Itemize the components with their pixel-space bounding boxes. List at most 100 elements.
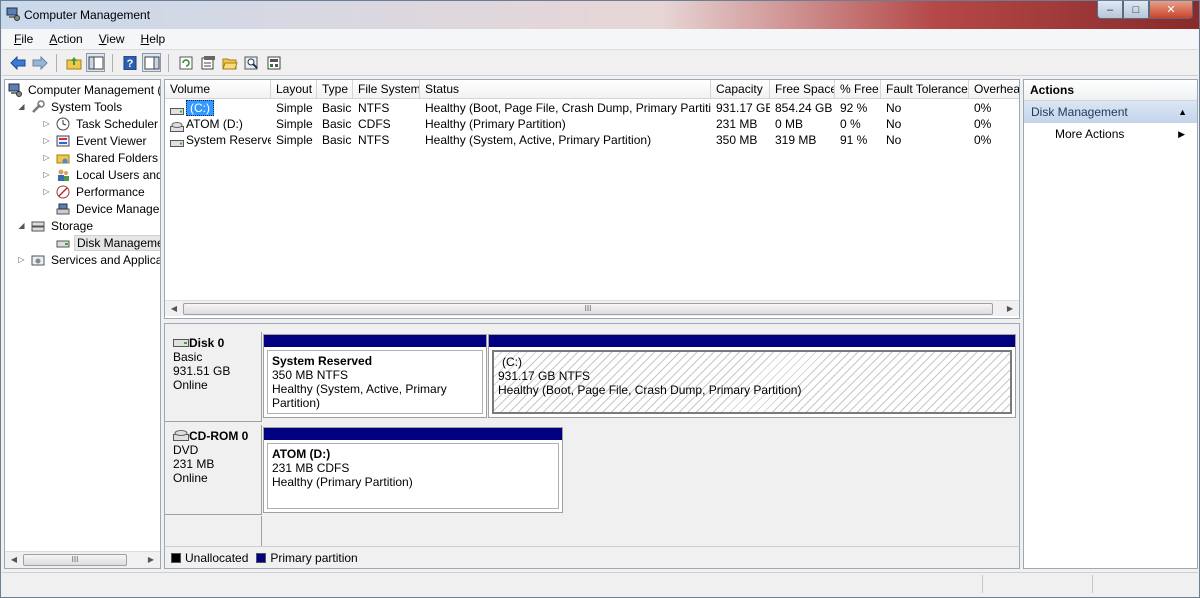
- partition-system-reserved[interactable]: System Reserved 350 MB NTFS Healthy (Sys…: [263, 334, 487, 418]
- show-hide-action-pane-button[interactable]: [142, 53, 161, 72]
- column-header-type[interactable]: Type: [317, 80, 353, 99]
- partition-name: (C:): [502, 355, 522, 369]
- tree-item-label: Services and Applicatic: [51, 252, 160, 267]
- tree-item-label: System Tools: [51, 99, 123, 114]
- column-header-layout[interactable]: Layout: [271, 80, 317, 99]
- tree-item-event-viewer[interactable]: ▷ Event Viewer: [42, 132, 148, 149]
- tree-item-local-users-and-gro[interactable]: ▷ Local Users and Gro: [42, 166, 161, 183]
- drive-icon: [170, 104, 184, 115]
- disk-graphical-view: Disk 0 Basic 931.51 GB Online System Res…: [164, 323, 1020, 569]
- legend-unallocated: Unallocated: [185, 550, 249, 565]
- expander-icon[interactable]: ▷: [17, 255, 26, 264]
- tree-item-task-scheduler[interactable]: ▷ Task Scheduler: [42, 115, 160, 132]
- maximize-button[interactable]: □: [1123, 1, 1149, 19]
- show-hide-console-tree-button[interactable]: [86, 53, 105, 72]
- help-icon: ?: [123, 55, 136, 70]
- column-header-volume[interactable]: Volume: [165, 80, 271, 99]
- close-button[interactable]: ✕: [1149, 1, 1193, 19]
- cell-capacity: 931.17 GB: [716, 101, 770, 115]
- cell-free: 854.24 GB: [775, 101, 833, 115]
- scroll-left-icon[interactable]: ◀: [167, 303, 181, 315]
- up-level-button[interactable]: [64, 53, 83, 72]
- collapse-icon[interactable]: ▲: [1178, 101, 1187, 123]
- tree-item-label: Device Manager: [76, 201, 161, 216]
- volume-row[interactable]: ATOM (D:) Simple Basic CDFS Healthy (Primary…: [165, 116, 1019, 132]
- tree-item-computer-management-l[interactable]: Computer Management (L: [7, 81, 160, 98]
- search-button[interactable]: [242, 53, 261, 72]
- volume-row[interactable]: (C:) Simple Basic NTFS Healthy (Boot, Page F…: [165, 100, 1019, 116]
- disk-0-label[interactable]: Disk 0 Basic 931.51 GB Online: [165, 332, 262, 422]
- menu-help[interactable]: Help: [133, 32, 174, 46]
- tree-item-label: Local Users and Gro: [76, 167, 161, 182]
- expander-icon[interactable]: ▷: [42, 187, 51, 196]
- cell-type: Basic: [322, 133, 352, 147]
- scroll-left-icon[interactable]: ◀: [7, 554, 21, 566]
- cdrom-0-state: Online: [173, 471, 208, 485]
- partition-status: Healthy (System, Active, Primary Partiti…: [272, 382, 447, 410]
- computer-management-icon: [7, 82, 23, 98]
- scroll-thumb[interactable]: III: [23, 554, 127, 566]
- tree-item-device-manager[interactable]: Device Manager: [42, 200, 161, 217]
- volume-list-horizontal-scrollbar[interactable]: ◀ III ▶: [165, 300, 1019, 316]
- title-bar[interactable]: Computer Management – □ ✕: [1, 1, 1199, 29]
- tree-item-performance[interactable]: ▷ Performance: [42, 183, 147, 200]
- cell-status: Healthy (System, Active, Primary Partiti…: [425, 133, 652, 147]
- minimize-button[interactable]: –: [1097, 1, 1123, 19]
- forward-button[interactable]: [30, 53, 49, 72]
- open-button[interactable]: [220, 53, 239, 72]
- tree-item-system-tools[interactable]: ◢ System Tools: [17, 98, 124, 115]
- column-header-file-system[interactable]: File System: [353, 80, 420, 99]
- disk-label-column-filler: [165, 516, 262, 546]
- tree-horizontal-scrollbar[interactable]: ◀ III ▶: [5, 551, 160, 568]
- expander-icon[interactable]: ▷: [42, 170, 51, 179]
- cell-fs: NTFS: [358, 133, 390, 147]
- actions-section-disk-management[interactable]: Disk Management ▲: [1024, 101, 1197, 123]
- scroll-right-icon[interactable]: ▶: [1003, 303, 1017, 315]
- expander-icon[interactable]: ◢: [17, 221, 26, 230]
- more-actions-item[interactable]: More Actions ▶: [1024, 123, 1197, 145]
- refresh-button[interactable]: [176, 53, 195, 72]
- scroll-thumb[interactable]: III: [183, 303, 993, 315]
- scroll-right-icon[interactable]: ▶: [144, 554, 158, 566]
- column-header--free[interactable]: % Free: [835, 80, 881, 99]
- expander-icon[interactable]: ◢: [17, 102, 26, 111]
- help-button[interactable]: ?: [120, 53, 139, 72]
- expander-icon[interactable]: ▷: [42, 153, 51, 162]
- cell-status: Healthy (Primary Partition): [425, 117, 566, 131]
- partition-atom-d-drive[interactable]: ATOM (D:) 231 MB CDFS Healthy (Primary P…: [263, 427, 563, 513]
- cell-layout: Simple: [276, 133, 313, 147]
- cdrom-0-label[interactable]: CD-ROM 0 DVD 231 MB Online: [165, 425, 262, 515]
- event-viewer-icon: [55, 133, 71, 149]
- cell-pct: 92 %: [840, 101, 868, 115]
- partition-size: 350 MB NTFS: [272, 368, 349, 382]
- column-header-capacity[interactable]: Capacity: [711, 80, 770, 99]
- column-header-status[interactable]: Status: [420, 80, 711, 99]
- status-bar: [2, 572, 1198, 594]
- column-header-free-space[interactable]: Free Space: [770, 80, 835, 99]
- column-header-overhead[interactable]: Overhead: [969, 80, 1019, 99]
- tree-item-storage[interactable]: ◢ Storage: [17, 217, 95, 234]
- shared-folder-icon: [55, 150, 71, 166]
- menu-view[interactable]: View: [91, 32, 133, 46]
- disk-0-state: Online: [173, 378, 208, 392]
- disk-0-type: Basic: [173, 350, 203, 364]
- export-button[interactable]: [264, 53, 283, 72]
- properties-button[interactable]: [198, 53, 217, 72]
- tree-item-services-and-applicatic[interactable]: ▷ Services and Applicatic: [17, 251, 160, 268]
- column-header-fault-tolerance[interactable]: Fault Tolerance: [881, 80, 969, 99]
- tree-item-disk-management[interactable]: Disk Management: [42, 234, 160, 251]
- partition-name: System Reserved: [272, 354, 373, 368]
- back-button[interactable]: [8, 53, 27, 72]
- close-icon: ✕: [1166, 4, 1176, 16]
- menu-file[interactable]: File: [6, 32, 41, 46]
- menu-action[interactable]: Action: [41, 32, 90, 46]
- expander-icon[interactable]: ▷: [42, 136, 51, 145]
- maximize-icon: □: [1132, 3, 1140, 16]
- expander-placeholder: [42, 204, 51, 213]
- volume-row[interactable]: System Reserved Simple Basic NTFS Healthy (S…: [165, 132, 1019, 148]
- cd-rom-icon: [173, 430, 189, 441]
- expander-icon[interactable]: ▷: [42, 119, 51, 128]
- tree-item-shared-folders[interactable]: ▷ Shared Folders: [42, 149, 160, 166]
- partition-c-drive[interactable]: (C:) 931.17 GB NTFS Healthy (Boot, Page …: [488, 334, 1016, 418]
- cell-capacity: 350 MB: [716, 133, 758, 147]
